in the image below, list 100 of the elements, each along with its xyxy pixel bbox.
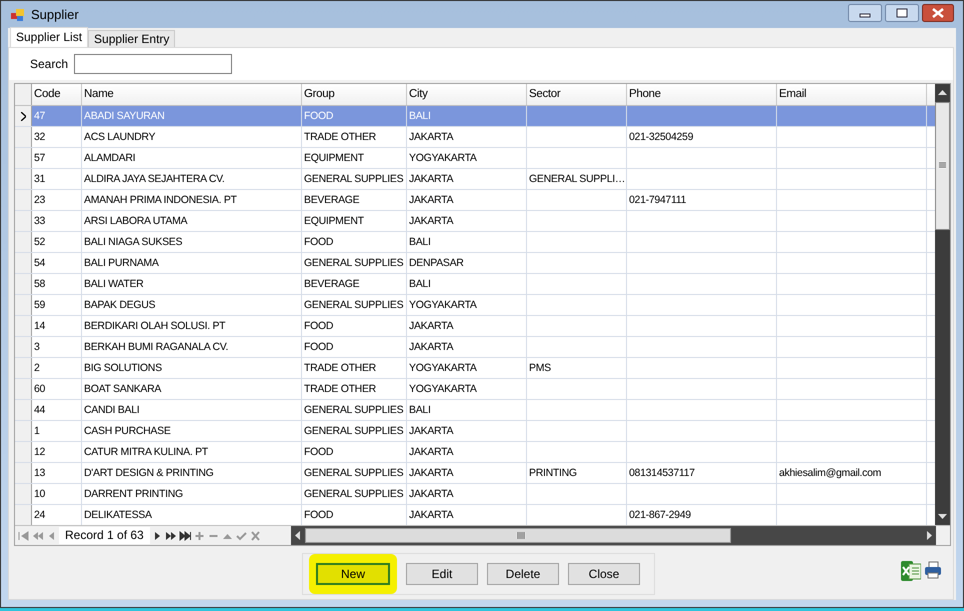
table-row[interactable]: 31 ALDIRA JAYA SEJAHTERA CV. GENERAL SUPPLIES JAKARTA GENERAL SUPPLI… (15, 169, 935, 190)
button[interactable]: Close (568, 563, 640, 585)
table-cell: GENERAL SUPPLI… (527, 169, 627, 189)
table-row[interactable]: 44 CANDI BALI GENERAL SUPPLIES BALI (15, 400, 935, 421)
table-cell: DARRENT PRINTING (82, 484, 302, 504)
table-cell: 60 (32, 379, 82, 399)
table-cell: ALAMDARI (82, 148, 302, 168)
table-row[interactable]: 57 ALAMDARI EQUIPMENT YOGYAKARTA (15, 148, 935, 169)
table-cell: 021-7947111 (627, 190, 777, 210)
close-icon[interactable] (922, 4, 954, 22)
table-cell: 081314537117 (627, 463, 777, 483)
table-cell: BERDIKARI OLAH SOLUSI. PT (82, 316, 302, 336)
table-cell: YOGYAKARTA (407, 379, 527, 399)
table-cell: TRADE OTHER (302, 379, 407, 399)
table-cell: CASH PURCHASE (82, 421, 302, 441)
table-cell: TRADE OTHER (302, 127, 407, 147)
table-cell: 47 (32, 106, 82, 126)
tab[interactable]: Supplier Entry (88, 30, 176, 47)
table-cell: GENERAL SUPPLIES (302, 484, 407, 504)
column-header[interactable]: Code (32, 84, 82, 105)
button[interactable]: Edit (406, 563, 478, 585)
table-cell: 54 (32, 253, 82, 273)
first-record-icon[interactable] (17, 530, 30, 542)
table-row[interactable]: 2 BIG SOLUTIONS TRADE OTHER YOGYAKARTA PMS (15, 358, 935, 379)
table-cell: 59 (32, 295, 82, 315)
table-row[interactable]: 3 BERKAH BUMI RAGANALA CV. FOOD JAKARTA (15, 337, 935, 358)
table-cell: BALI (407, 274, 527, 294)
table-cell: YOGYAKARTA (407, 148, 527, 168)
table-cell: 021-32504259 (627, 127, 777, 147)
table-cell: JAKARTA (407, 337, 527, 357)
column-header[interactable]: Email (777, 84, 927, 105)
table-cell: ABADI SAYURAN (82, 106, 302, 126)
table-row[interactable]: 59 BAPAK DEGUS GENERAL SUPPLIES YOGYAKARTA (15, 295, 935, 316)
table-cell: JAKARTA (407, 463, 527, 483)
row-header[interactable] (15, 106, 32, 126)
table-row[interactable]: 14 BERDIKARI OLAH SOLUSI. PT FOOD JAKARTA (15, 316, 935, 337)
table-row[interactable]: 10 DARRENT PRINTING GENERAL SUPPLIES JAKARTA (15, 484, 935, 505)
cancel-icon[interactable] (248, 530, 262, 542)
table-cell: ACS LAUNDRY (82, 127, 302, 147)
column-header[interactable]: Group (302, 84, 407, 105)
table-row[interactable]: 58 BALI WATER BEVERAGE BALI (15, 274, 935, 295)
table-row[interactable]: 13 D'ART DESIGN & PRINTING GENERAL SUPPLIES JAKARTA PRINTING 081314537117 akhiesalim@gmail.com (15, 463, 935, 484)
table-row[interactable]: 12 CATUR MITRA KULINA. PT FOOD JAKARTA (15, 442, 935, 463)
column-header[interactable]: Name (82, 84, 302, 105)
table-cell: TRADE OTHER (302, 358, 407, 378)
button[interactable]: New (316, 563, 390, 585)
column-header[interactable]: Phone (627, 84, 777, 105)
table-cell: ARSI LABORA UTAMA (82, 211, 302, 231)
search-label: Search (30, 57, 68, 71)
table-row[interactable]: 23 AMANAH PRIMA INDONESIA. PT BEVERAGE JAKARTA 021-7947111 (15, 190, 935, 211)
tab[interactable]: Supplier List (10, 27, 88, 47)
table-cell: 58 (32, 274, 82, 294)
minimize-icon[interactable] (848, 4, 882, 22)
next-page-icon[interactable] (164, 530, 178, 542)
spreadsheet-icon[interactable] (901, 561, 921, 581)
row-pointer-icon (20, 112, 26, 120)
printer-icon[interactable] (924, 561, 942, 579)
table-cell: AMANAH PRIMA INDONESIA. PT (82, 190, 302, 210)
check-icon[interactable] (234, 530, 248, 542)
table-cell: 33 (32, 211, 82, 231)
scroll-thumb[interactable] (305, 527, 731, 544)
app-icon (11, 8, 25, 20)
table-cell: PRINTING (527, 463, 627, 483)
column-header[interactable]: City (407, 84, 527, 105)
search-field[interactable] (74, 54, 232, 74)
button[interactable]: Delete (487, 563, 559, 585)
table-cell: CATUR MITRA KULINA. PT (82, 442, 302, 462)
last-record-icon[interactable] (178, 530, 192, 542)
scroll-thumb[interactable] (935, 102, 950, 230)
table-row[interactable]: 1 CASH PURCHASE GENERAL SUPPLIES JAKARTA (15, 421, 935, 442)
previous-page-icon[interactable] (31, 530, 44, 542)
table-cell: EQUIPMENT (302, 211, 407, 231)
table-row[interactable]: 52 BALI NIAGA SUKSES FOOD BALI (15, 232, 935, 253)
maximize-icon[interactable] (885, 4, 919, 22)
table-cell: D'ART DESIGN & PRINTING (82, 463, 302, 483)
table-row[interactable]: 54 BALI PURNAMA GENERAL SUPPLIES DENPASAR (15, 253, 935, 274)
table-cell: JAKARTA (407, 169, 527, 189)
table-cell: GENERAL SUPPLIES (302, 421, 407, 441)
table-cell: PMS (527, 358, 627, 378)
table-row[interactable]: 60 BOAT SANKARA TRADE OTHER YOGYAKARTA (15, 379, 935, 400)
table-cell: ALDIRA JAYA SEJAHTERA CV. (82, 169, 302, 189)
table-cell: 1 (32, 421, 82, 441)
table-row[interactable]: 32 ACS LAUNDRY TRADE OTHER JAKARTA 021-32504259 (15, 127, 935, 148)
table-cell: JAKARTA (407, 211, 527, 231)
table-cell: 32 (32, 127, 82, 147)
table-cell: BALI NIAGA SUKSES (82, 232, 302, 252)
table-cell: GENERAL SUPPLIES (302, 253, 407, 273)
table-cell: 14 (32, 316, 82, 336)
table-cell: JAKARTA (407, 484, 527, 504)
table-cell: 31 (32, 169, 82, 189)
table-cell: FOOD (302, 106, 407, 126)
table-cell: 10 (32, 484, 82, 504)
table-cell: EQUIPMENT (302, 148, 407, 168)
column-header[interactable]: Sector (527, 84, 627, 105)
table-row[interactable]: 33 ARSI LABORA UTAMA EQUIPMENT JAKARTA (15, 211, 935, 232)
table-cell: 52 (32, 232, 82, 252)
horizontal-scrollbar[interactable] (291, 526, 936, 545)
table-cell: BERKAH BUMI RAGANALA CV. (82, 337, 302, 357)
table-cell: JAKARTA (407, 127, 527, 147)
table-cell: JAKARTA (407, 316, 527, 336)
